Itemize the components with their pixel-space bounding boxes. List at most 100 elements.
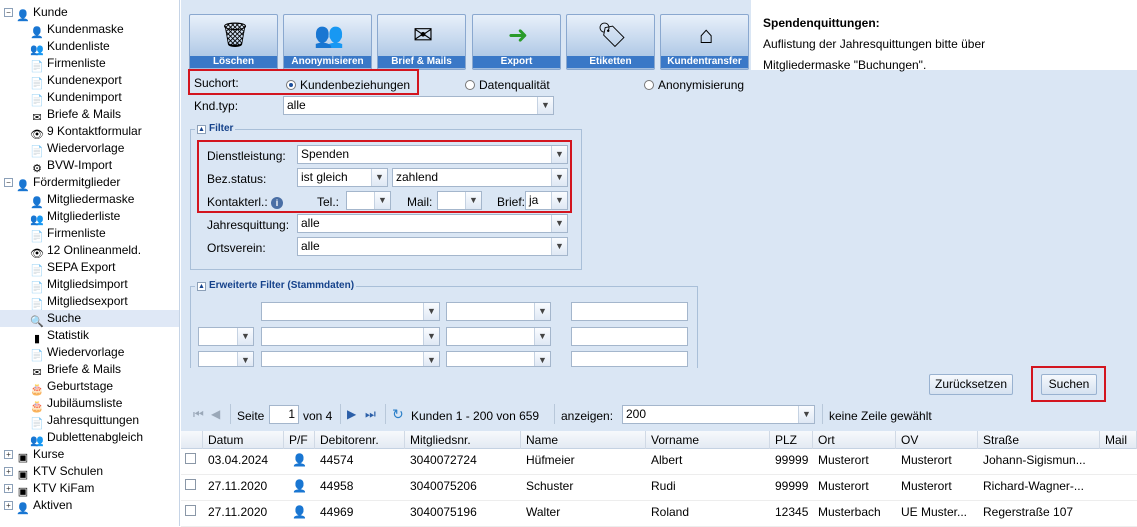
- prev-page-icon[interactable]: ◀: [211, 407, 220, 421]
- sidebar-item[interactable]: − 👤 Kunde: [0, 4, 179, 22]
- export-button[interactable]: ➜ Export: [472, 14, 561, 70]
- reset-button[interactable]: Zurücksetzen: [929, 374, 1013, 395]
- sidebar-item[interactable]: 👤 Mitgliedermaske: [0, 191, 179, 209]
- kndtyp-select[interactable]: alle ▼: [283, 96, 554, 115]
- extended-field-select[interactable]: ▼: [261, 351, 440, 367]
- row-checkbox[interactable]: [185, 453, 196, 464]
- radio-kundenbeziehungen[interactable]: Kundenbeziehungen: [286, 78, 410, 92]
- sidebar-item[interactable]: 📄 Firmenliste: [0, 225, 179, 243]
- sidebar-item[interactable]: 📄 Kundenimport: [0, 89, 179, 107]
- table-row[interactable]: 27.11.2020 👤 44969 3040075196 Walter Roland 12…: [181, 501, 1137, 527]
- first-page-icon[interactable]: ⏮: [193, 407, 204, 422]
- sidebar-item[interactable]: 📄 Mitgliedsexport: [0, 293, 179, 311]
- refresh-icon[interactable]: ↻: [392, 406, 404, 423]
- sidebar-item[interactable]: − 👤 Fördermitglieder: [0, 174, 179, 192]
- column-header[interactable]: Mitgliedsnr.: [405, 431, 521, 449]
- chevron-down-icon: ▼: [423, 303, 439, 320]
- sidebar-item[interactable]: 👤 Kundenmaske: [0, 21, 179, 39]
- column-header[interactable]: Ort: [813, 431, 896, 449]
- column-header[interactable]: Straße: [978, 431, 1100, 449]
- jahresquittung-select[interactable]: alle ▼: [297, 214, 568, 233]
- extended-value-input[interactable]: [571, 351, 688, 367]
- collapse-toggle-icon[interactable]: ▲: [197, 282, 206, 291]
- sidebar-item[interactable]: + ▣ KTV Schulen: [0, 463, 179, 481]
- row-checkbox[interactable]: [185, 479, 196, 490]
- sidebar-item[interactable]: 📄 Kundenexport: [0, 72, 179, 90]
- sidebar-item[interactable]: 🎂 Geburtstage: [0, 378, 179, 396]
- page-size-select[interactable]: 200 ▼: [622, 405, 815, 424]
- table-cell: Regerstraße 107: [983, 505, 1074, 519]
- sidebar-item[interactable]: ✉ Briefe & Mails: [0, 361, 179, 379]
- sidebar-item[interactable]: 📄 Wiedervorlage: [0, 344, 179, 362]
- table-row[interactable]: 03.04.2024 👤 44574 3040072724 Hüfmeier Albert…: [181, 449, 1137, 475]
- sidebar-item[interactable]: 👁 12 Onlineanmeld.: [0, 242, 179, 260]
- collapse-icon[interactable]: −: [4, 8, 13, 17]
- sidebar-item[interactable]: 🎂 Jubiläumsliste: [0, 395, 179, 413]
- extended-value-input[interactable]: [571, 327, 688, 346]
- radio-unchecked-icon: [644, 80, 654, 90]
- extended-operator-select[interactable]: ▼: [446, 351, 551, 367]
- anonymize-button[interactable]: 👥 Anonymisieren: [283, 14, 372, 70]
- expand-icon[interactable]: +: [4, 501, 13, 510]
- extended-connector-select[interactable]: ▼: [198, 327, 254, 346]
- column-header[interactable]: Mail: [1100, 431, 1137, 449]
- sidebar-item[interactable]: 📄 Mitgliedsimport: [0, 276, 179, 294]
- row-checkbox[interactable]: [185, 505, 196, 516]
- brief-select[interactable]: ja ▼: [525, 191, 568, 210]
- table-row[interactable]: 27.11.2020 👤 44958 3040075206 Schuster Rudi 99…: [181, 475, 1137, 501]
- radio-datenqualitaet[interactable]: Datenqualität: [465, 78, 550, 92]
- column-header[interactable]: Debitorenr.: [315, 431, 405, 449]
- column-header[interactable]: Vorname: [646, 431, 770, 449]
- extended-field-select[interactable]: ▼: [261, 302, 440, 321]
- tel-select[interactable]: ▼: [346, 191, 391, 210]
- collapse-icon[interactable]: −: [4, 178, 13, 187]
- ortsverein-select[interactable]: alle ▼: [297, 237, 568, 256]
- sidebar-item[interactable]: 👥 Mitgliederliste: [0, 208, 179, 226]
- sidebar-item[interactable]: 👁 9 Kontaktformular: [0, 123, 179, 141]
- info-icon[interactable]: i: [271, 197, 284, 209]
- letters-mails-button[interactable]: ✉ Brief & Mails: [377, 14, 466, 70]
- sidebar-item[interactable]: 👥 Kundenliste: [0, 38, 179, 56]
- column-header[interactable]: OV: [896, 431, 978, 449]
- sidebar-item[interactable]: ▮ Statistik: [0, 327, 179, 345]
- collapse-toggle-icon[interactable]: ▲: [197, 125, 206, 134]
- sidebar-item[interactable]: 📄 Jahresquittungen: [0, 412, 179, 430]
- last-page-icon[interactable]: ⏭: [365, 407, 376, 422]
- column-header[interactable]: PLZ: [770, 431, 813, 449]
- table-cell: [1100, 449, 1137, 475]
- search-button[interactable]: Suchen: [1041, 374, 1097, 395]
- column-header[interactable]: P/F: [284, 431, 315, 449]
- radio-anonymisierung[interactable]: Anonymisierung: [644, 78, 744, 92]
- extended-connector-select[interactable]: ▼: [198, 351, 254, 367]
- expand-icon[interactable]: +: [4, 484, 13, 493]
- chevron-down-icon: ▼: [237, 352, 253, 366]
- extended-field-select[interactable]: ▼: [261, 327, 440, 346]
- sidebar-item[interactable]: + ▣ KTV KiFam: [0, 480, 179, 498]
- customer-transfer-button[interactable]: ⌂ Kundentransfer: [660, 14, 749, 70]
- next-page-icon[interactable]: ▶: [347, 407, 356, 421]
- expand-icon[interactable]: +: [4, 467, 13, 476]
- extended-value-input[interactable]: [571, 302, 688, 321]
- page-number-input[interactable]: 1: [269, 405, 299, 424]
- delete-button[interactable]: 🗑 Löschen: [189, 14, 278, 70]
- sidebar-item[interactable]: ⚙ BVW-Import: [0, 157, 179, 175]
- sidebar-item[interactable]: + 👤 Aktiven: [0, 497, 179, 515]
- column-header[interactable]: Name: [521, 431, 646, 449]
- sidebar-item[interactable]: ✉ Briefe & Mails: [0, 106, 179, 124]
- separator: [385, 404, 386, 424]
- column-header[interactable]: Datum: [203, 431, 284, 449]
- sidebar-item[interactable]: + ▣ Kurse: [0, 446, 179, 464]
- expand-icon[interactable]: +: [4, 450, 13, 459]
- mail-select[interactable]: ▼: [437, 191, 482, 210]
- bezstatus-operator-select[interactable]: ist gleich ▼: [297, 168, 388, 187]
- sidebar-item[interactable]: 📄 SEPA Export: [0, 259, 179, 277]
- sidebar-item[interactable]: 🔍 Suche: [0, 310, 179, 328]
- sidebar-item[interactable]: 📄 Firmenliste: [0, 55, 179, 73]
- sidebar-item[interactable]: 📄 Wiedervorlage: [0, 140, 179, 158]
- dienstleistung-select[interactable]: Spenden ▼: [297, 145, 568, 164]
- extended-operator-select[interactable]: ▼: [446, 302, 551, 321]
- sidebar-item[interactable]: 👥 Dublettenabgleich: [0, 429, 179, 447]
- labels-button[interactable]: 🏷 Etiketten: [566, 14, 655, 70]
- extended-operator-select[interactable]: ▼: [446, 327, 551, 346]
- bezstatus-value-select[interactable]: zahlend ▼: [392, 168, 568, 187]
